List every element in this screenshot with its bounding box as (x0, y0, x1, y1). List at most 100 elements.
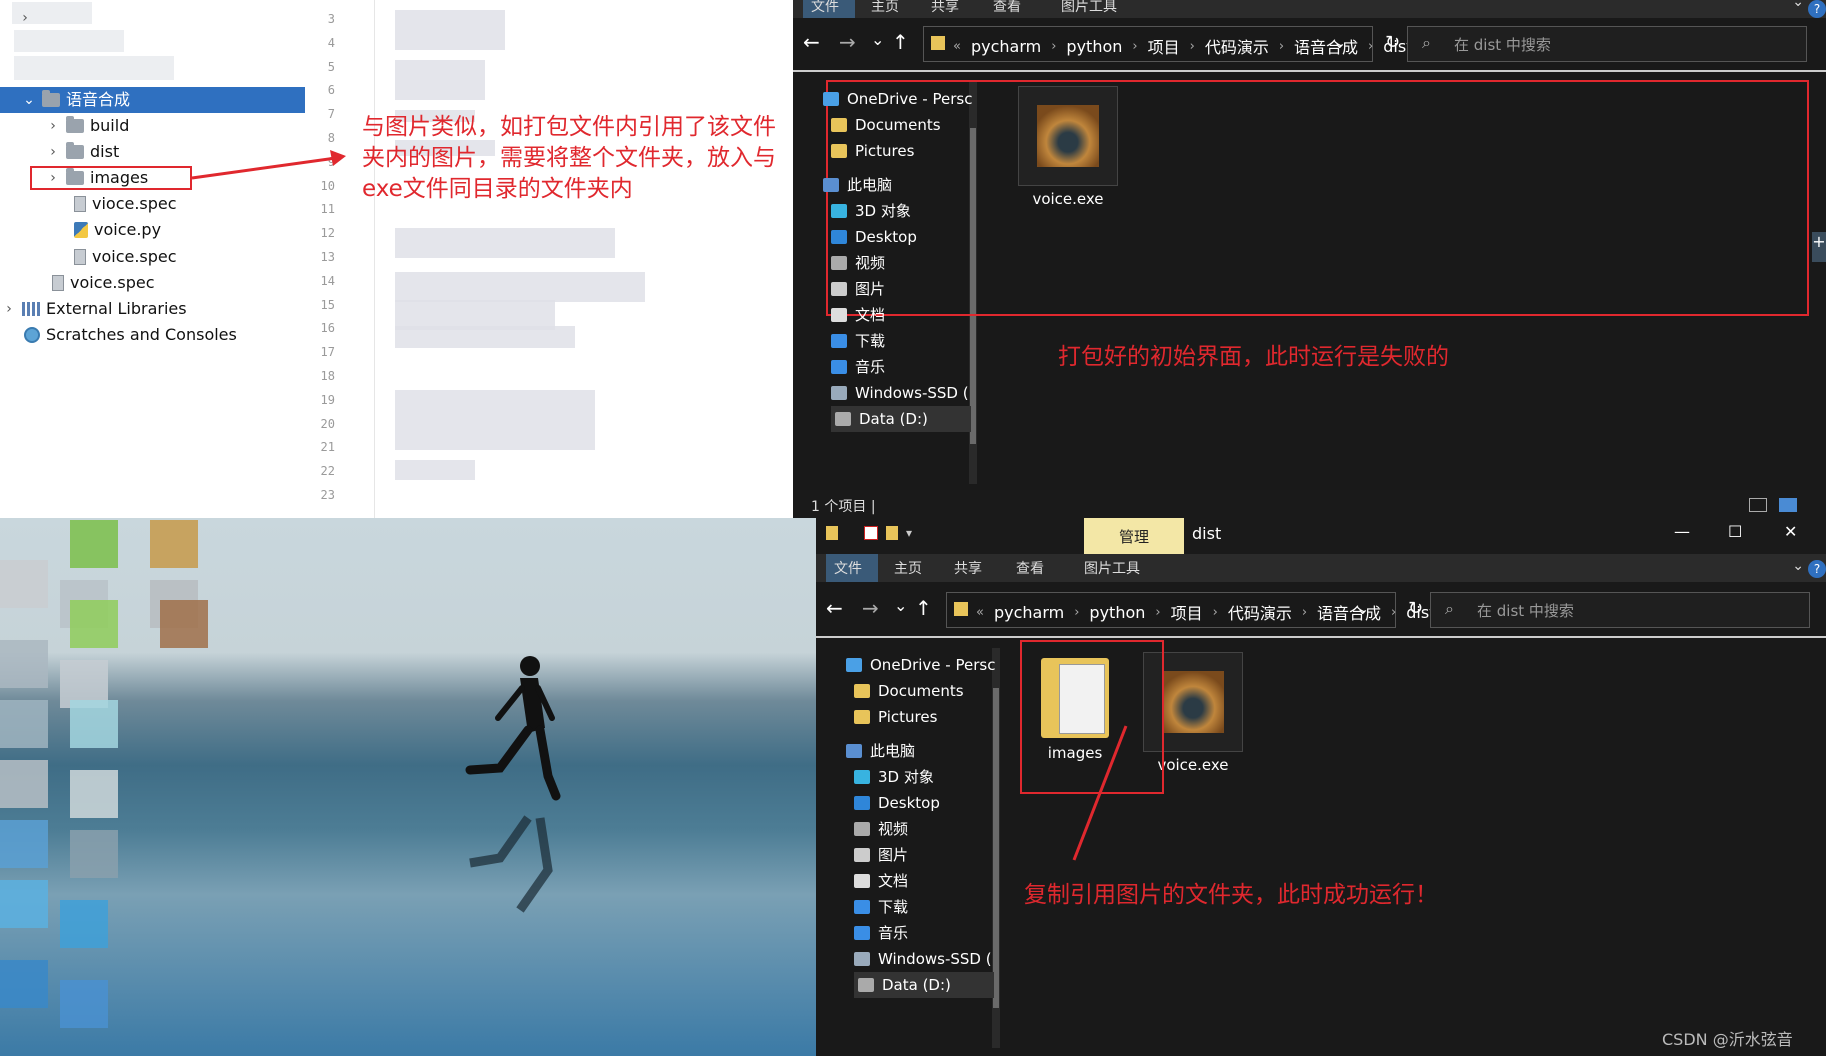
blurred-desktop-icon[interactable] (0, 960, 48, 1008)
details-view-icon[interactable] (1749, 498, 1767, 512)
chevron-down-icon[interactable]: ⌄ (1792, 0, 1804, 10)
nav-item[interactable]: 文档 (831, 302, 885, 328)
search-input[interactable]: ⌕ 在 dist 中搜索 (1407, 26, 1807, 62)
ribbon-tab[interactable]: 文件 (811, 0, 839, 21)
nav-item[interactable]: 此电脑 (846, 738, 915, 764)
nav-item[interactable]: Windows-SSD ( (831, 380, 969, 406)
nav-label: Pictures (878, 708, 938, 726)
nav-label: OneDrive - Persc (847, 90, 973, 108)
nav-item[interactable]: 视频 (831, 250, 885, 276)
breadcrumb-item[interactable]: 项目 (1148, 34, 1180, 58)
nav-label: 下载 (878, 898, 909, 916)
nav-item[interactable]: 图片 (831, 276, 885, 302)
ribbon-tab[interactable]: 图片工具 (1061, 0, 1117, 21)
nav-item[interactable]: 下载 (854, 894, 908, 920)
blurred-desktop-icon[interactable] (0, 640, 48, 688)
nav-item[interactable]: 图片 (854, 842, 908, 868)
nav-item[interactable]: Windows-SSD ( (854, 946, 992, 972)
large-icons-view-icon[interactable] (1779, 498, 1797, 512)
breadcrumb-item[interactable]: 语音合成 (1294, 34, 1358, 58)
drive-icon (831, 386, 847, 400)
ribbon-tab[interactable]: 主页 (871, 0, 899, 21)
nav-label: Data (D:) (882, 976, 951, 994)
folder-icon (854, 710, 870, 724)
nav-item[interactable]: 此电脑 (823, 172, 892, 198)
nav-item[interactable]: Pictures (854, 704, 937, 730)
back-arrow-icon[interactable]: ← (803, 30, 820, 54)
breadcrumb-separator-icon: › (1051, 38, 1057, 54)
ribbon-tab[interactable]: 共享 (931, 0, 959, 21)
annotation-arrow-top (191, 150, 346, 180)
nav-label: OneDrive - Persc (870, 656, 996, 674)
nav-item[interactable]: OneDrive - Persc (823, 86, 972, 112)
breadcrumb-item[interactable]: pycharm (971, 37, 1041, 56)
nav-label: 文档 (878, 872, 909, 890)
top-annotation-note: 打包好的初始界面，此时运行是失败的 (1058, 344, 1449, 370)
note-line: 夹内的图片，需要将整个文件夹，放入与 (362, 145, 776, 171)
drive-icon (835, 412, 851, 426)
music-icon (854, 926, 870, 940)
breadcrumb-overflow-icon[interactable]: « (953, 39, 961, 54)
nav-item[interactable]: 3D 对象 (831, 198, 911, 224)
recent-chevron-icon[interactable]: ⌄ (871, 30, 884, 49)
blurred-desktop-icon[interactable] (0, 760, 48, 808)
edge-handle-icon[interactable]: + (1812, 232, 1826, 262)
nav-item[interactable]: Documents (854, 678, 964, 704)
search-placeholder: 在 dist 中搜索 (1454, 35, 1551, 54)
refresh-icon[interactable]: ↻ (1385, 32, 1400, 53)
nav-item[interactable]: 音乐 (854, 920, 908, 946)
blurred-desktop-icon[interactable] (0, 560, 48, 608)
nav-item[interactable]: 音乐 (831, 354, 885, 380)
explorer-window-bottom: ▾ 管理 dist — ☐ ✕ ⌄ ? ← → ⌄ ↑ «pycharm › pyt… (816, 518, 1826, 1056)
up-arrow-icon[interactable]: ↑ (892, 30, 909, 54)
ribbon-tab[interactable]: 图片工具 (1084, 555, 1140, 583)
blurred-desktop-icon[interactable] (0, 820, 48, 868)
nav-item[interactable]: Data (D:) (854, 972, 994, 998)
video-icon (854, 822, 870, 836)
ribbon-tab[interactable]: 主页 (894, 555, 922, 583)
blurred-desktop-icon[interactable] (0, 700, 48, 748)
nav-item[interactable]: 3D 对象 (854, 764, 934, 790)
nav-item[interactable]: 文档 (854, 868, 908, 894)
help-icon[interactable]: ? (1808, 0, 1826, 18)
nav-label: Data (D:) (859, 410, 928, 428)
search-icon: ⌕ (1422, 33, 1431, 52)
breadcrumb-item[interactable]: 代码演示 (1205, 34, 1269, 58)
nav-item[interactable]: Pictures (831, 138, 914, 164)
blurred-desktop-icon[interactable] (60, 980, 108, 1028)
screenshot-composite: › ⌄ 语音合成 › build › dist › images vioce.s… (0, 0, 1826, 1056)
nav-item[interactable]: Documents (831, 112, 941, 138)
ribbon-tab[interactable]: 共享 (954, 555, 982, 583)
forward-arrow-icon[interactable]: → (839, 30, 856, 54)
nav-item[interactable]: OneDrive - Persc (846, 652, 995, 678)
blurred-desktop-icon[interactable] (160, 600, 208, 648)
blurred-desktop-icon[interactable] (70, 830, 118, 878)
cube-icon (831, 204, 847, 218)
blurred-desktop-icon[interactable] (70, 700, 118, 748)
blurred-desktop-icon[interactable] (70, 520, 118, 568)
nav-label: 音乐 (855, 358, 886, 376)
blurred-desktop-icon[interactable] (150, 520, 198, 568)
nav-item[interactable]: 视频 (854, 816, 908, 842)
blurred-desktop-icon[interactable] (60, 900, 108, 948)
drive-icon (858, 978, 874, 992)
status-text: 1 个项目 | (811, 496, 876, 516)
blurred-desktop-icon[interactable] (0, 880, 48, 928)
blurred-desktop-icon[interactable] (70, 770, 118, 818)
ribbon-tab[interactable]: 查看 (993, 0, 1021, 21)
ribbon-tab[interactable]: 查看 (1016, 555, 1044, 583)
nav-item[interactable]: Data (D:) (831, 406, 971, 432)
nav-item[interactable]: 下载 (831, 328, 885, 354)
computer-icon (823, 178, 839, 192)
blurred-desktop-icon[interactable] (70, 600, 118, 648)
nav-item[interactable]: Desktop (831, 224, 917, 250)
ribbon-tab[interactable]: 文件 (834, 555, 862, 583)
address-dropdown-icon[interactable]: ⌄ (1333, 33, 1346, 52)
breadcrumb-item[interactable]: python (1066, 37, 1122, 56)
nav-label: Desktop (855, 228, 917, 246)
computer-icon (846, 744, 862, 758)
nav-item[interactable]: Desktop (854, 790, 940, 816)
nav-label: Windows-SSD ( (855, 384, 969, 402)
nav-label: 视频 (878, 820, 909, 838)
drive-icon (854, 952, 870, 966)
